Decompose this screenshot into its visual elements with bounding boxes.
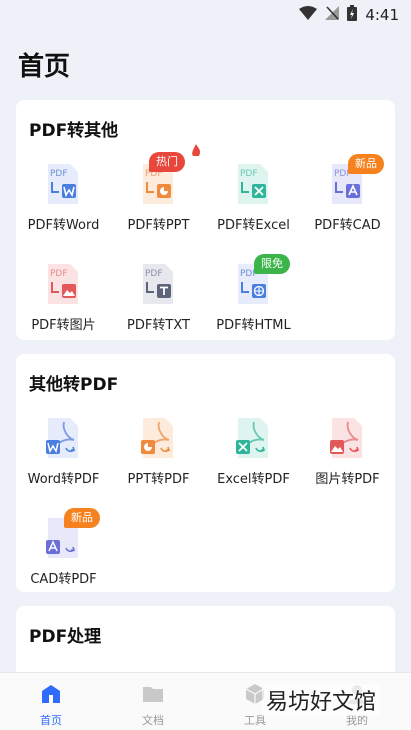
tool-pdf-to-cad[interactable]: PDF 新品 PDF转CAD: [300, 148, 395, 238]
tool-label: PPT转PDF: [127, 472, 190, 487]
folder-icon: [143, 687, 163, 702]
doc-text: PDF: [50, 169, 68, 179]
tool-label: PDF转TXT: [127, 318, 190, 333]
tool-label: Excel转PDF: [217, 472, 290, 487]
pdf-to-txt-icon: PDF: [143, 264, 173, 304]
no-signal-icon: [325, 6, 340, 24]
tool-label: CAD转PDF: [30, 572, 97, 587]
tool-pdf-to-word[interactable]: PDF PDF转Word: [16, 148, 111, 238]
status-bar: 4:41: [0, 0, 411, 30]
tool-label: Word转PDF: [27, 472, 100, 487]
tool-image-to-pdf[interactable]: 图片转PDF: [300, 402, 395, 492]
tool-word-to-pdf[interactable]: Word转PDF: [16, 402, 111, 492]
tool-pdf-to-excel[interactable]: PDF PDF转Excel: [206, 148, 301, 238]
tool-label: PDF转Word: [27, 218, 100, 233]
wifi-icon: [299, 6, 318, 24]
free-badge: 限免: [254, 254, 290, 274]
tool-ppt-to-pdf[interactable]: PPT转PDF: [111, 402, 206, 492]
section-title: PDF处理: [29, 627, 102, 647]
tool-pdf-to-image[interactable]: PDF PDF转图片: [16, 248, 111, 338]
doc-text: PDF: [50, 269, 68, 279]
flame-icon: [192, 144, 201, 156]
tab-label: 首页: [40, 714, 62, 727]
page-title: 首页: [18, 52, 71, 82]
image-to-pdf-icon: [330, 418, 362, 458]
tool-label: PDF转PPT: [127, 218, 190, 233]
section-title: 其他转PDF: [29, 375, 119, 395]
pdf-to-word-icon: PDF: [48, 164, 78, 204]
watermark-text: 易坊好文馆: [262, 684, 381, 716]
section-pdf-to-other: PDF转其他 PDF PDF转Word PDF 热门 PDF转PPT PDF P…: [16, 100, 395, 340]
tool-label: PDF转Excel: [217, 218, 290, 233]
battery-icon: [347, 5, 358, 25]
tool-pdf-to-html[interactable]: PDF 限免 PDF转HTML: [206, 248, 301, 338]
tab-label: 文档: [142, 714, 164, 727]
tool-label: 图片转PDF: [315, 472, 380, 487]
new-badge: 新品: [348, 154, 384, 174]
tab-home[interactable]: 首页: [0, 673, 102, 730]
excel-to-pdf-icon: [236, 418, 268, 458]
tool-label: PDF转图片: [31, 318, 96, 333]
home-icon: [42, 685, 60, 703]
tool-excel-to-pdf[interactable]: Excel转PDF: [206, 402, 301, 492]
tab-documents[interactable]: 文档: [102, 673, 204, 730]
tool-pdf-to-txt[interactable]: PDF PDF转TXT: [111, 248, 206, 338]
ppt-to-pdf-icon: [141, 418, 173, 458]
tool-pdf-to-ppt[interactable]: PDF 热门 PDF转PPT: [111, 144, 206, 238]
pdf-to-image-icon: PDF: [48, 264, 78, 304]
tool-label: PDF转HTML: [216, 318, 291, 333]
doc-text: PDF: [145, 269, 163, 279]
section-other-to-pdf: 其他转PDF Word转PDF PPT转PDF Excel转PDF 图片转PDF…: [16, 354, 395, 592]
clock: 4:41: [365, 6, 399, 24]
doc-text: PDF: [240, 169, 258, 179]
pdf-to-excel-icon: PDF: [238, 164, 268, 204]
section-title: PDF转其他: [29, 121, 119, 141]
tool-cad-to-pdf[interactable]: 新品 CAD转PDF: [16, 502, 111, 592]
tool-label: PDF转CAD: [314, 218, 381, 233]
hot-badge: 热门: [149, 152, 185, 172]
word-to-pdf-icon: [46, 418, 78, 458]
new-badge: 新品: [64, 508, 100, 528]
